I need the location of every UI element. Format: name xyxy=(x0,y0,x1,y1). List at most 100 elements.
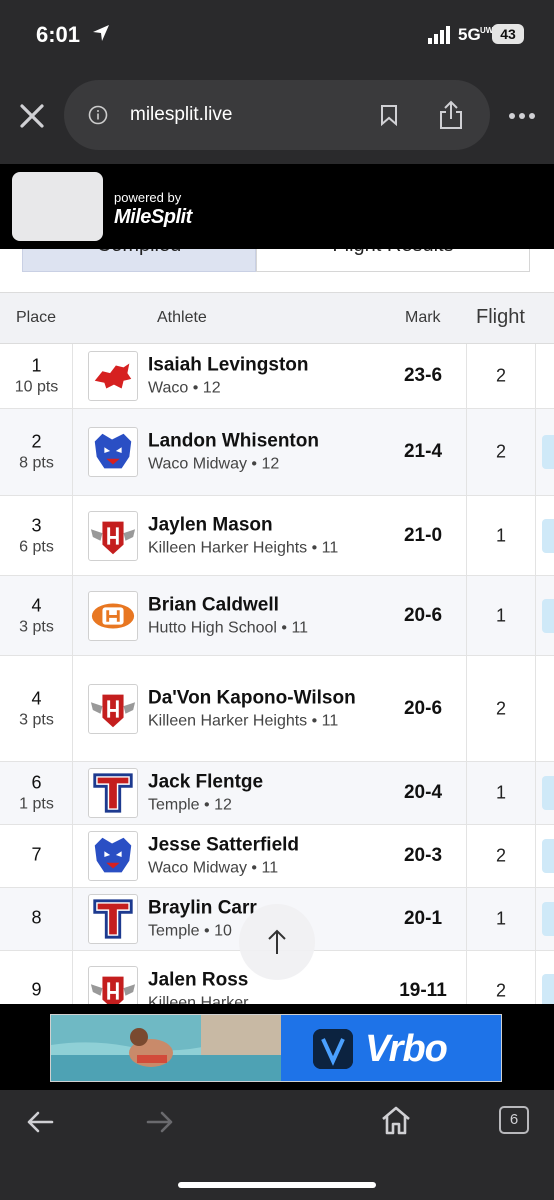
status-bar: 6:01 5G UW 43 xyxy=(0,0,554,72)
place-number: 3 xyxy=(31,515,42,535)
flight-cell: 1 xyxy=(466,496,536,575)
temple-t-logo-icon xyxy=(88,768,138,818)
column-header-athlete[interactable]: Athlete xyxy=(157,309,207,327)
row-action-stub[interactable] xyxy=(542,598,554,633)
mark-cell: 20-4 xyxy=(386,762,460,824)
forward-arrow-icon[interactable] xyxy=(146,1110,174,1134)
place-number: 4 xyxy=(31,688,42,708)
flight-cell: 2 xyxy=(466,825,536,887)
row-action-stub[interactable] xyxy=(542,973,554,1004)
athlete-team[interactable]: Waco • 12 xyxy=(148,379,378,399)
panther-logo-icon xyxy=(88,427,138,477)
flight-cell: 2 xyxy=(466,344,536,408)
table-row[interactable]: 4 3 pts Brian Caldwell Hutto High School •… xyxy=(0,576,554,656)
flight-cell: 2 xyxy=(466,656,536,761)
mark-cell: 19-11 xyxy=(386,951,460,1004)
lion-logo-icon xyxy=(88,351,138,401)
row-action-stub[interactable] xyxy=(542,839,554,873)
tab-switcher-button[interactable]: 6 xyxy=(499,1106,529,1134)
place-number: 9 xyxy=(31,979,42,999)
table-row[interactable]: 28 pts Landon Whisenton Waco Midway • 12 … xyxy=(0,409,554,496)
athlete-team[interactable]: Waco Midway • 12 xyxy=(148,455,378,475)
athlete-team[interactable]: Killeen Harker Heights • 11 xyxy=(148,711,378,731)
back-arrow-icon[interactable] xyxy=(26,1110,54,1134)
mark-cell: 20-6 xyxy=(386,656,460,761)
athlete-name[interactable]: Brian Caldwell xyxy=(148,593,378,616)
table-row[interactable]: 4 3 pts Da'Von Kapono-Wilson Killeen Harke… xyxy=(0,656,554,762)
flight-cell: 2 xyxy=(466,951,536,1004)
athlete-cell: Jaylen Mason Killeen Harker Heights • 11 xyxy=(148,513,378,558)
place-points: 8 pts xyxy=(19,454,54,472)
table-row[interactable]: 7 Jesse Satterfield Waco Midway • 11 20-3… xyxy=(0,825,554,888)
row-action-stub[interactable] xyxy=(542,902,554,936)
mark-cell: 21-0 xyxy=(386,496,460,575)
info-icon[interactable] xyxy=(88,105,108,125)
flight-value: 2 xyxy=(495,980,506,1000)
scroll-to-top-button[interactable] xyxy=(239,904,315,980)
hutto-logo-icon xyxy=(88,591,138,641)
share-icon[interactable] xyxy=(438,100,464,130)
vrbo-logo-icon xyxy=(313,1029,353,1069)
athlete-name[interactable]: Da'Von Kapono-Wilson xyxy=(148,686,378,709)
bookmark-icon[interactable] xyxy=(380,104,398,126)
ad-container: Vrbo xyxy=(0,1004,554,1090)
place-points: 3 pts xyxy=(19,711,54,728)
web-content: powered by MileSplit Compiled Flight Res… xyxy=(0,164,554,1004)
signal-icon xyxy=(428,26,450,44)
place-cell: 3 6 pts xyxy=(0,496,73,575)
column-header-place[interactable]: Place xyxy=(16,309,56,327)
home-icon[interactable] xyxy=(380,1104,412,1136)
place-number: 8 xyxy=(31,907,42,928)
vrbo-brand-panel: Vrbo xyxy=(281,1015,501,1081)
athlete-name[interactable]: Jack Flentge xyxy=(148,771,378,794)
mark-cell: 20-6 xyxy=(386,576,460,655)
place-cell: 8 xyxy=(0,888,73,950)
vrbo-ad-banner[interactable]: Vrbo xyxy=(50,1014,502,1082)
mark-value: 20-1 xyxy=(403,908,443,929)
athlete-name[interactable]: Landon Whisenton xyxy=(148,430,378,453)
athlete-cell: Jack Flentge Temple • 12 xyxy=(148,771,378,816)
mark-value: 20-3 xyxy=(403,845,443,866)
athlete-name[interactable]: Isaiah Levingston xyxy=(148,354,378,377)
browser-toolbar: 6 xyxy=(0,1090,554,1200)
clock: 6:01 xyxy=(36,22,81,47)
close-icon[interactable] xyxy=(18,102,46,130)
mark-cell: 21-4 xyxy=(386,409,460,495)
athlete-team[interactable]: Waco Midway • 11 xyxy=(148,859,378,879)
place-cell: 9 xyxy=(0,951,73,1004)
mark-value: 20-6 xyxy=(403,604,443,626)
column-header-mark[interactable]: Mark xyxy=(405,309,441,327)
column-header-flight[interactable]: Flight xyxy=(476,306,525,329)
place-cell: 6 1 pts xyxy=(0,762,73,824)
browser-url-bar: milesplit.live xyxy=(0,72,554,164)
athlete-team[interactable]: Temple • 12 xyxy=(148,796,378,816)
table-row[interactable]: 3 6 pts Jaylen Mason Killeen Harker Height… xyxy=(0,496,554,576)
table-row[interactable]: 6 1 pts Jack Flentge Temple • 12 20-4 1 xyxy=(0,762,554,825)
network-type: 5G xyxy=(458,25,481,44)
battery-icon: 43 xyxy=(492,24,524,44)
flight-value: 1 xyxy=(495,908,506,929)
mark-value: 23-6 xyxy=(403,365,443,386)
home-indicator[interactable] xyxy=(178,1182,376,1188)
athlete-team[interactable]: Killeen Harker xyxy=(148,993,378,1004)
place-number: 2 xyxy=(31,431,42,452)
more-options-icon[interactable] xyxy=(508,112,536,120)
url-text: milesplit.live xyxy=(130,104,233,125)
address-field[interactable]: milesplit.live xyxy=(64,80,490,150)
athlete-cell: Da'Von Kapono-Wilson Killeen Harker Heigh… xyxy=(148,686,378,731)
mark-value: 20-4 xyxy=(403,782,443,803)
row-action-stub[interactable] xyxy=(542,776,554,810)
winged-h-logo-icon xyxy=(88,684,138,734)
mark-value: 20-6 xyxy=(403,697,443,719)
vrbo-wordmark: Vrbo xyxy=(365,1028,448,1070)
athlete-name[interactable]: Jaylen Mason xyxy=(148,513,378,536)
row-action-stub[interactable] xyxy=(542,435,554,469)
row-action-stub[interactable] xyxy=(542,518,554,553)
milesplit-logo[interactable]: MileSplit xyxy=(114,206,192,229)
athlete-team[interactable]: Killeen Harker Heights • 11 xyxy=(148,538,378,558)
athlete-name[interactable]: Jesse Satterfield xyxy=(148,834,378,857)
athlete-team[interactable]: Hutto High School • 11 xyxy=(148,618,378,638)
table-row[interactable]: 1 10 pts Isaiah Levingston Waco • 12 23-6 … xyxy=(0,344,554,409)
place-points: 10 pts xyxy=(14,378,59,396)
place-points: 3 pts xyxy=(19,618,54,635)
